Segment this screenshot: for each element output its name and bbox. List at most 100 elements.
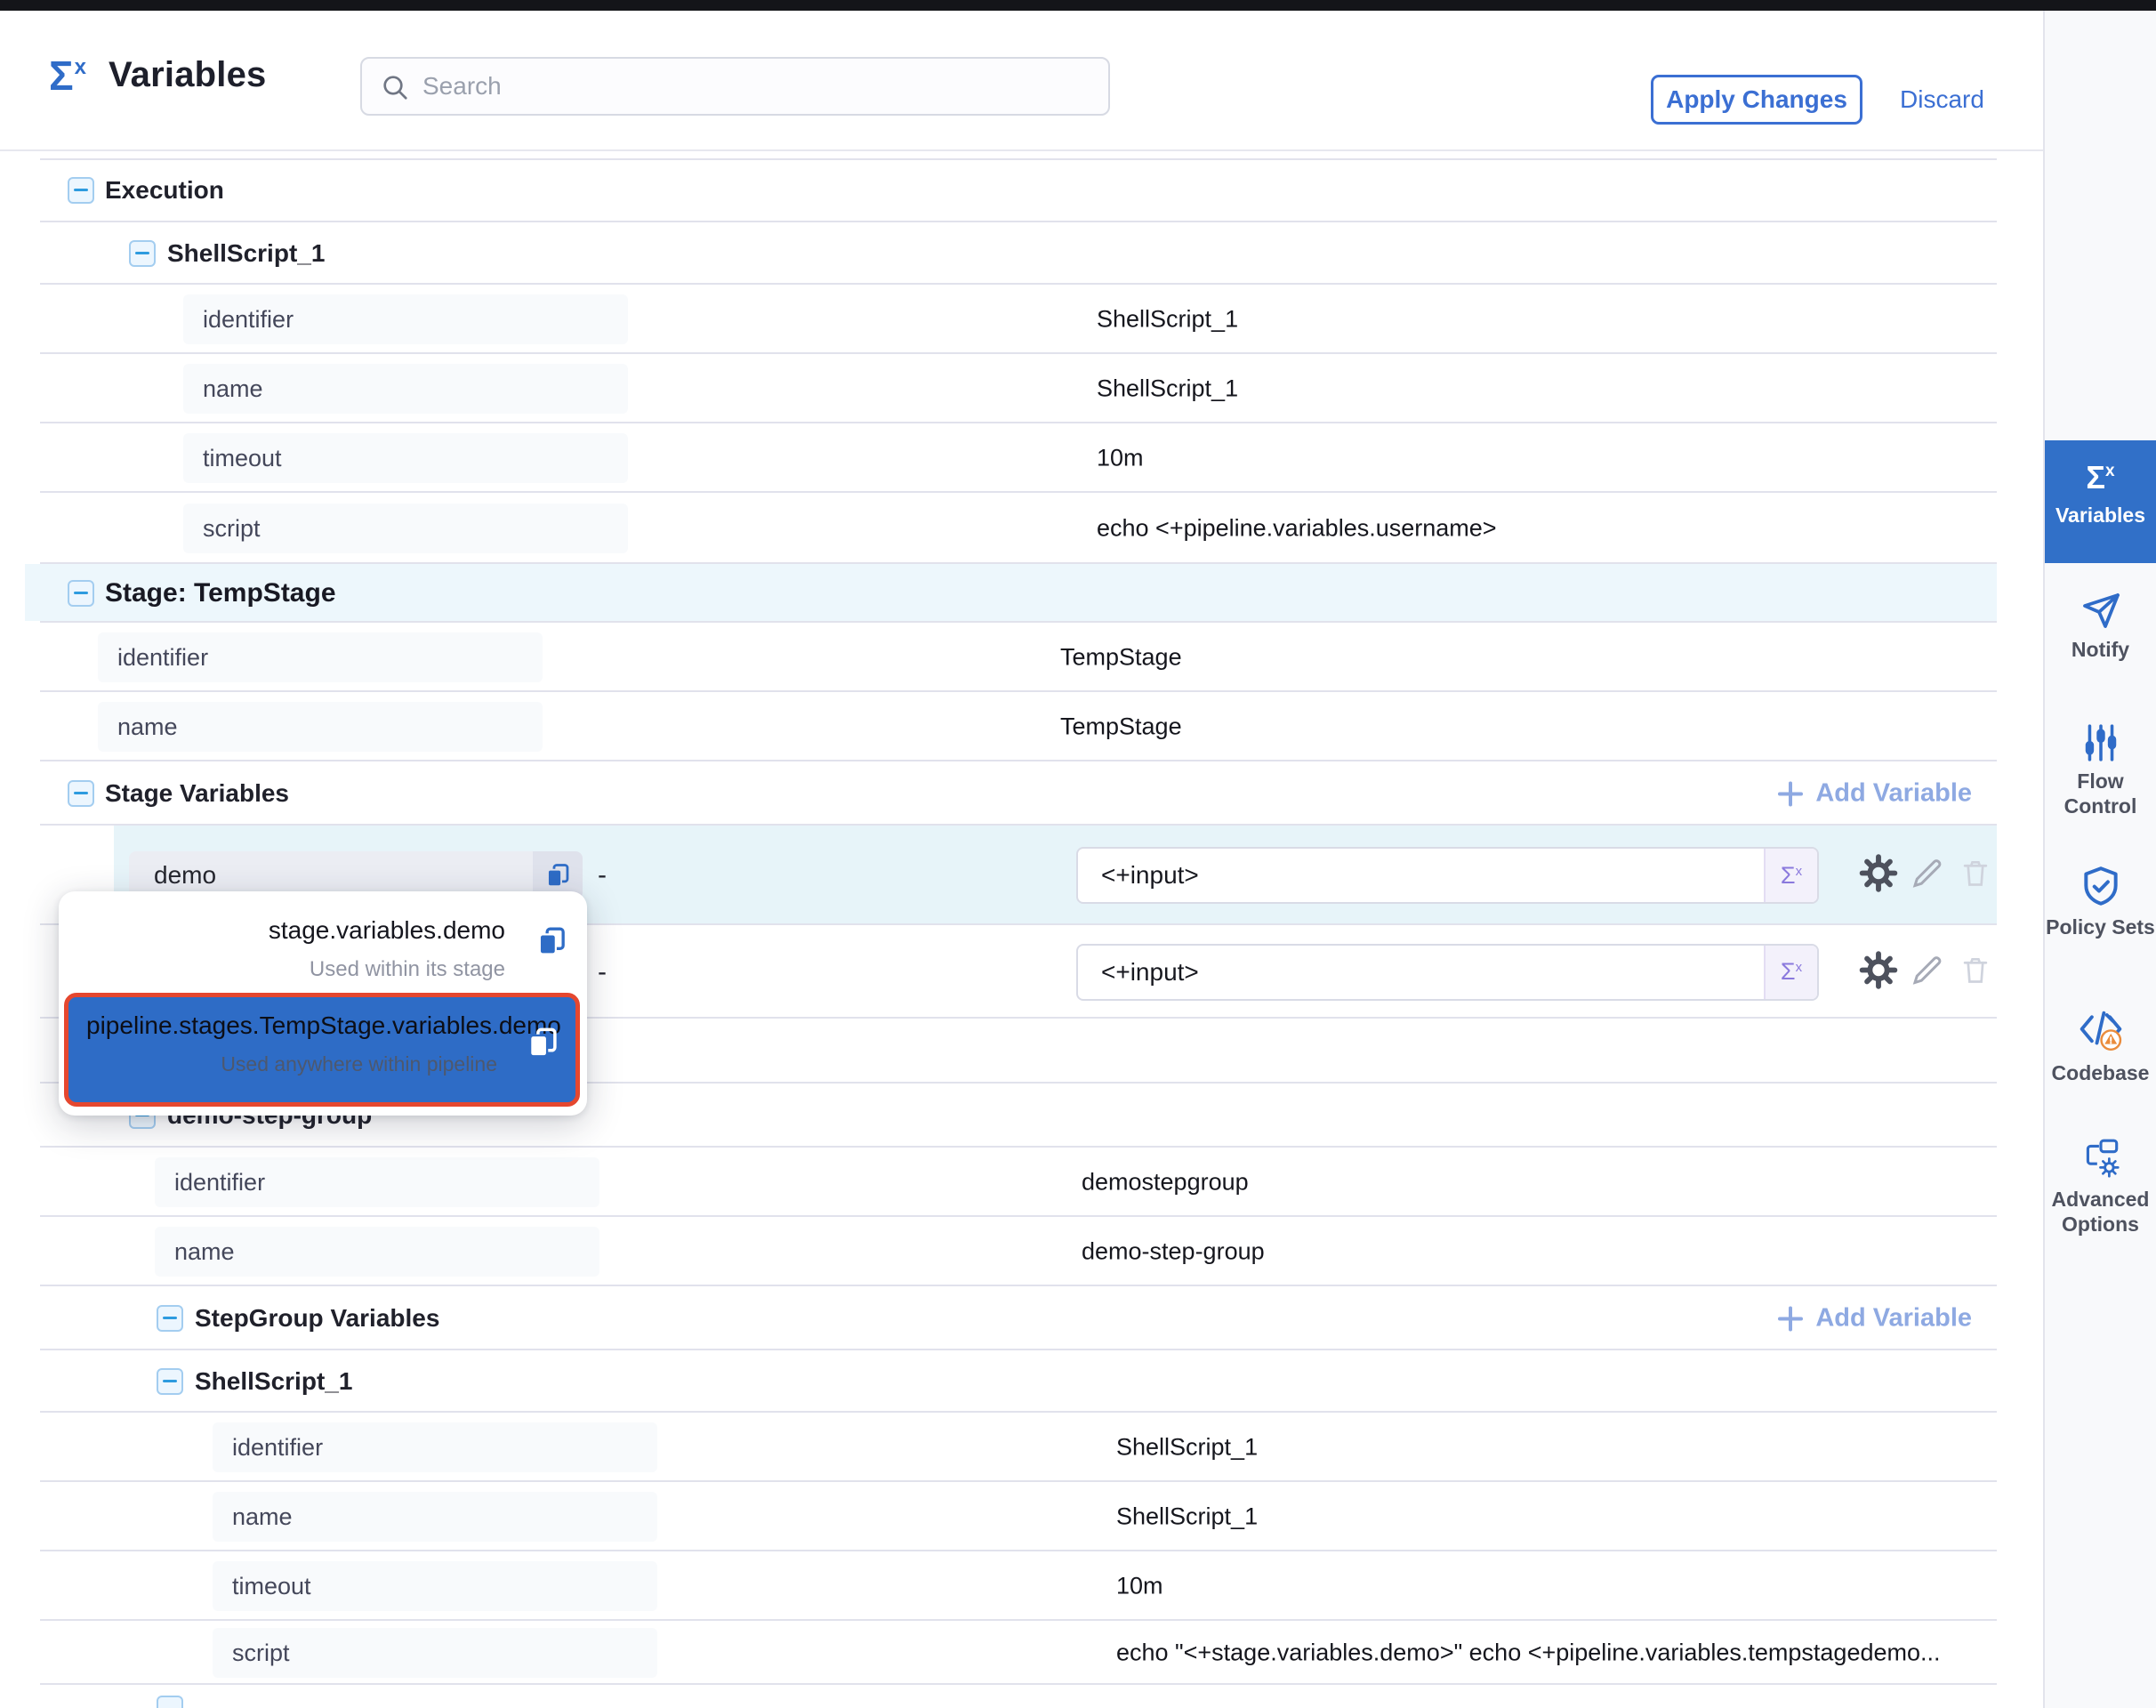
variable-settings-button[interactable] [1859,854,1898,898]
sidebar-item-variables[interactable]: Σx Variables [2045,440,2156,563]
prop-value: echo "<+stage.variables.demo>" echo <+pi… [1116,1640,1941,1667]
sidebar-item-policy-sets[interactable]: Policy Sets [2045,865,2156,939]
prop-label-chip: name [213,1492,657,1542]
stage-header-row: Stage: TempStage [0,564,1997,623]
prop-value: 10m [1097,445,1144,472]
flowchart-gear-icon [2079,1137,2123,1181]
sidebar-item-notify[interactable]: Notify [2045,589,2156,662]
section-row-shellscript1: ShellScript_1 [0,222,1997,285]
section-label: ShellScript_1 [167,239,325,268]
prop-label-chip: timeout [183,433,628,483]
collapse-minus-icon[interactable] [129,240,156,267]
prop-value: TempStage [1060,644,1182,672]
gear-icon [1859,854,1898,893]
add-variable-button[interactable]: Add Variable [1778,779,1972,809]
delete-variable-button[interactable] [1959,953,1992,991]
sidebar-item-advanced-options[interactable]: Advanced Options [2045,1137,2156,1237]
prop-row-script: script echo "<+stage.variables.demo>" ec… [0,1621,1997,1685]
variables-panel: Σx Variables Apply Changes Discard Execu… [0,0,2156,1708]
section-label: Stage Variables [105,779,289,808]
prop-label-chip: script [213,1628,657,1678]
variable-value: <+input> [1101,946,1199,999]
prop-label-chip: timeout [213,1561,657,1611]
prop-value: ShellScript_1 [1116,1434,1258,1462]
add-variable-button[interactable]: Add Variable [1778,1304,1972,1333]
section-row-stage-variables: Stage Variables Add Variable [0,761,1997,826]
search-box [360,57,1110,116]
plus-icon [1778,1306,1803,1331]
section-row-shellscript1-nested: ShellScript_1 [0,1350,1997,1413]
section-row-execution: Execution [0,158,1997,222]
window-top-edge [0,0,2156,11]
prop-label-chip: script [183,504,628,553]
edit-variable-button[interactable] [1909,951,1946,993]
section-label: StepGroup Variables [195,1304,439,1333]
prop-value: ShellScript_1 [1097,306,1238,334]
collapse-minus-icon[interactable] [68,177,94,204]
prop-label-chip: identifier [98,632,543,682]
gear-icon [1859,950,1898,989]
required-dash: - [598,860,607,890]
search-icon [380,72,412,104]
pencil-icon [1909,855,1946,892]
runtime-input-toggle[interactable]: Σx [1764,849,1817,902]
variable-value-input[interactable]: <+input> Σx [1076,944,1819,1001]
prop-row-name: name ShellScript_1 [0,354,1997,423]
prop-row-script: script echo <+pipeline.variables.usernam… [0,493,1997,564]
popup-item-title: pipeline.stages.TempStage.variables.demo [86,1011,561,1040]
variable-reference-popup: stage.variables.demo Used within its sta… [59,891,587,1116]
runtime-input-toggle[interactable]: Σx [1764,946,1817,999]
variable-value: <+input> [1101,849,1199,902]
search-input[interactable] [421,62,1082,110]
prop-row-identifier: identifier demostepgroup [0,1148,1997,1217]
copy-icon [535,925,567,957]
popup-item-selected[interactable]: pipeline.stages.TempStage.variables.demo… [64,993,580,1107]
variable-settings-button[interactable] [1859,950,1898,994]
prop-value: echo <+pipeline.variables.username> [1097,515,1497,543]
prop-row-name: name ShellScript_1 [0,1482,1997,1551]
stage-title: Stage: TempStage [105,578,336,608]
popup-item-title[interactable]: stage.variables.demo [269,916,505,945]
prop-value: ShellScript_1 [1116,1503,1258,1531]
sigma-variables-icon: Σx [2045,458,2156,497]
prop-label-chip: identifier [155,1157,599,1207]
copy-icon [544,862,571,889]
collapse-minus-icon[interactable] [68,580,94,607]
panel-header: Σx Variables Apply Changes Discard [0,11,2043,151]
plus-icon [1778,781,1803,806]
prop-row-name: name demo-step-group [0,1217,1997,1286]
prop-value: demo-step-group [1082,1238,1265,1266]
collapse-minus-icon[interactable] [157,1305,183,1332]
prop-label-chip: name [183,364,628,414]
collapse-minus-icon[interactable] [68,780,94,807]
prop-label-chip: name [98,702,543,752]
code-warning-icon [2077,1007,2125,1055]
section-label: Execution [105,176,224,205]
trash-icon [1959,857,1992,890]
apply-changes-button[interactable]: Apply Changes [1651,75,1862,125]
sidebar-item-flow-control[interactable]: Flow Control [2045,722,2156,818]
prop-row-name: name TempStage [0,692,1997,761]
collapse-minus-icon-partial[interactable] [157,1696,183,1708]
popup-item-subtitle: Used within its stage [310,957,505,982]
discard-button[interactable]: Discard [1900,75,1984,125]
shield-check-icon [2079,865,2123,909]
prop-row-timeout: timeout 10m [0,1551,1997,1621]
popup-item-subtitle: Used anywhere within pipeline [221,1052,497,1076]
delete-variable-button[interactable] [1959,857,1992,895]
copy-reference-button[interactable] [535,925,567,962]
page-title: Variables [109,55,266,95]
prop-label-chip: identifier [183,294,628,344]
variable-value-input[interactable]: <+input> Σx [1076,847,1819,904]
pencil-icon [1909,951,1946,988]
trash-icon [1959,953,1992,987]
sidebar-item-codebase[interactable]: Codebase [2045,1007,2156,1085]
copy-reference-button[interactable] [526,1026,559,1064]
prop-value: TempStage [1060,713,1182,741]
section-label: ShellScript_1 [195,1367,352,1396]
collapse-minus-icon[interactable] [157,1368,183,1395]
edit-variable-button[interactable] [1909,855,1946,897]
sliders-icon [2080,722,2121,763]
prop-value: 10m [1116,1573,1163,1600]
copy-icon [526,1026,559,1059]
